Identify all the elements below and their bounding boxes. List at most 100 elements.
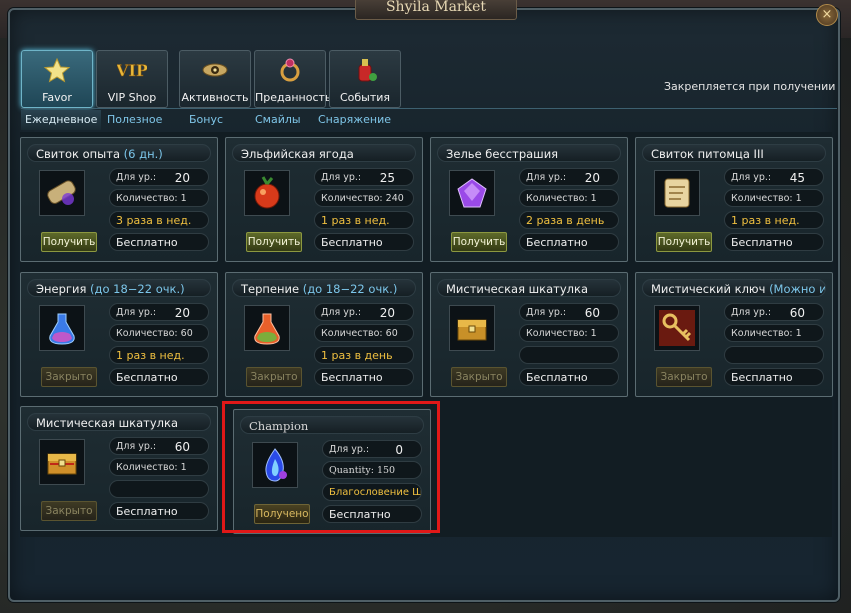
chest-icon: [457, 319, 487, 341]
closed-button[interactable]: Закрыто: [41, 367, 97, 387]
level-value: 60: [174, 440, 190, 454]
item-extra: (Можно испол: [769, 282, 826, 296]
level-field: Для ур.: 20: [109, 168, 209, 186]
subtab-daily[interactable]: Ежедневное: [21, 110, 102, 130]
level-field: Для ур.: 60: [519, 303, 619, 321]
tab-devotion[interactable]: Преданность: [254, 50, 331, 108]
level-field: Для ур.: 25: [314, 168, 414, 186]
closed-button[interactable]: Закрыто: [656, 367, 712, 387]
quantity-field: Количество: 1: [519, 189, 619, 207]
limit-field: [724, 346, 824, 364]
item-title: Мистическая шкатулка: [437, 279, 621, 297]
item-card: Мистическая шкатулка Закрыто Для ур.: 60 …: [20, 406, 218, 531]
item-name: Энергия: [36, 282, 87, 296]
level-label: Для ур.:: [731, 172, 772, 183]
level-label: Для ур.:: [116, 441, 157, 452]
red-potion-icon: [254, 313, 280, 345]
quantity-field: Количество: 240: [314, 189, 414, 207]
quantity-field: Количество: 1: [109, 189, 209, 207]
get-button[interactable]: Получить: [656, 232, 712, 252]
limit-field: 1 раз в нед.: [109, 346, 209, 364]
star-icon: [43, 57, 71, 83]
close-icon[interactable]: ×: [816, 4, 838, 26]
price-field: Бесплатно: [314, 368, 414, 386]
item-title: Свиток опыта (6 дн.): [27, 144, 211, 162]
level-field: Для ур.: 60: [109, 437, 209, 455]
limit-field: 1 раз в нед.: [724, 211, 824, 229]
item-icon-slot[interactable]: [39, 305, 85, 351]
level-value: 45: [789, 171, 805, 185]
quantity-field: Количество: 1: [519, 324, 619, 342]
level-field: Для ур.: 20: [519, 168, 619, 186]
key-icon: [659, 310, 695, 346]
get-button[interactable]: Получить: [246, 232, 302, 252]
item-name: Зелье бесстрашия: [446, 147, 559, 161]
quantity-field: Количество: 1: [109, 458, 209, 476]
item-icon-slot[interactable]: [654, 305, 700, 351]
quantity-field: Количество: 60: [109, 324, 209, 342]
get-button[interactable]: Получить: [41, 232, 97, 252]
price-field: Бесплатно: [314, 233, 414, 251]
tab-label: Активность: [181, 91, 249, 104]
level-label: Для ур.:: [731, 307, 772, 318]
item-card: Свиток питомца III Получить Для ур.: 45 К…: [635, 137, 833, 262]
item-card: Зелье бесстрашия Получить Для ур.: 20 Кол…: [430, 137, 628, 262]
item-icon-slot[interactable]: [654, 170, 700, 216]
berry-icon: [254, 176, 280, 209]
ring-icon: [280, 58, 300, 82]
potions-icon: [358, 59, 377, 82]
limit-field: 2 раза в день: [519, 211, 619, 229]
subtab-bonus[interactable]: Бонус: [185, 110, 227, 130]
tab-activity[interactable]: Активность: [179, 50, 251, 108]
level-value: 25: [379, 171, 395, 185]
tab-label: Favor: [42, 91, 72, 104]
item-extra: (до 18−22 очк.): [90, 282, 185, 296]
item-name: Мистическая шкатулка: [446, 282, 589, 296]
limit-field: [109, 480, 209, 498]
closed-button[interactable]: Закрыто: [246, 367, 302, 387]
quantity-field: Количество: 1: [724, 324, 824, 342]
limit-field: 1 раз в нед.: [314, 211, 414, 229]
item-title: Свиток питомца III: [642, 144, 826, 162]
item-extra: (6 дн.): [123, 147, 163, 161]
vip-icon: VIP: [117, 61, 147, 81]
item-name: Свиток опыта: [36, 147, 120, 161]
closed-button[interactable]: Закрыто: [41, 501, 97, 521]
closed-button[interactable]: Закрыто: [451, 367, 507, 387]
scroll-icon: [47, 180, 76, 205]
item-name: Свиток питомца III: [651, 147, 764, 161]
get-button[interactable]: Получить: [451, 232, 507, 252]
tab-vip-shop[interactable]: VIP VIP Shop: [96, 50, 168, 108]
item-title: Эльфийская ягода: [232, 144, 416, 162]
level-field: Для ур.: 20: [109, 303, 209, 321]
item-title: Энергия (до 18−22 очк.): [27, 279, 211, 297]
item-icon-slot[interactable]: [449, 305, 495, 351]
tab-events[interactable]: События: [329, 50, 401, 108]
item-icon-slot[interactable]: [244, 170, 290, 216]
price-field: Бесплатно: [724, 368, 824, 386]
limit-field: 3 раза в нед.: [109, 211, 209, 229]
price-field: Бесплатно: [109, 233, 209, 251]
subtab-useful[interactable]: Полезное: [103, 110, 166, 130]
level-label: Для ур.:: [321, 172, 362, 183]
level-label: Для ур.:: [321, 307, 362, 318]
level-value: 20: [174, 171, 190, 185]
level-value: 20: [174, 306, 190, 320]
level-field: Для ур.: 20: [314, 303, 414, 321]
tab-favor[interactable]: Favor: [21, 50, 93, 108]
item-extra: (до 18−22 очк.): [302, 282, 398, 296]
subtab-emotes[interactable]: Смайлы: [251, 110, 305, 130]
level-value: 20: [379, 306, 395, 320]
item-name: Мистический ключ: [651, 282, 766, 296]
pet-scroll-icon: [664, 178, 690, 208]
item-icon-slot[interactable]: [244, 305, 290, 351]
item-icon-slot[interactable]: [449, 170, 495, 216]
tab-label: VIP Shop: [107, 91, 157, 104]
item-icon-slot[interactable]: [39, 439, 85, 485]
item-card: Терпение (до 18−22 очк.) Закрыто Для ур.…: [225, 272, 423, 397]
level-label: Для ур.:: [526, 307, 567, 318]
limit-field: 1 раз в день: [314, 346, 414, 364]
subtab-equipment[interactable]: Снаряжение: [314, 110, 395, 130]
price-field: Бесплатно: [724, 233, 824, 251]
item-icon-slot[interactable]: [39, 170, 85, 216]
